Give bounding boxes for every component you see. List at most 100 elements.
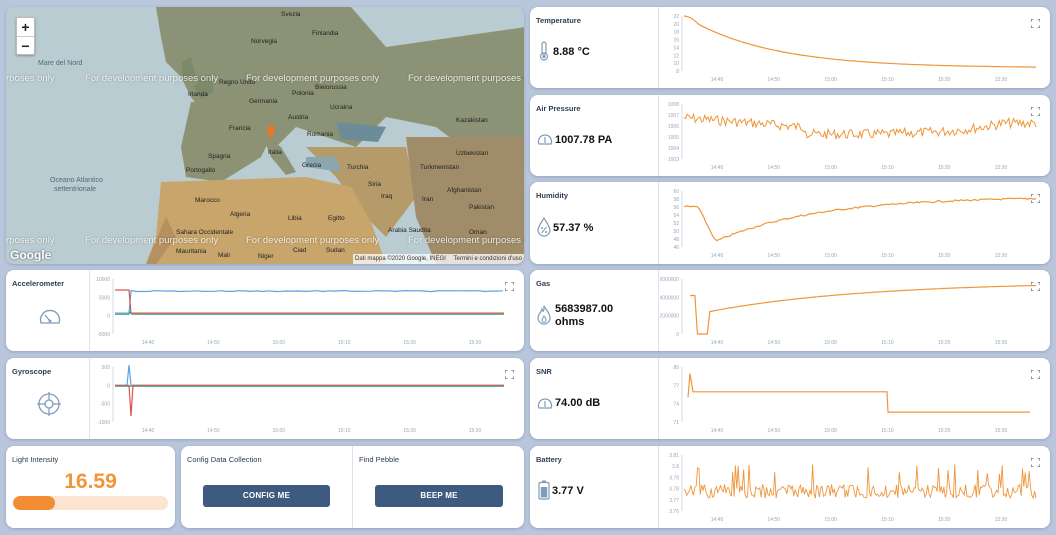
y-tick-label: 10000 — [96, 277, 110, 283]
x-tick-label: 15:30 — [469, 340, 482, 346]
google-logo[interactable]: Google — [10, 248, 51, 262]
y-tick-label: 12 — [673, 53, 679, 59]
x-tick-label: 15:20 — [938, 340, 951, 346]
expand-icon[interactable] — [1031, 107, 1040, 116]
y-tick-label: 3.76 — [669, 509, 679, 515]
expand-icon[interactable] — [1031, 194, 1040, 203]
x-tick-label: 15:00 — [273, 340, 286, 346]
y-tick-label: 14 — [673, 45, 679, 51]
y-tick-label: -5000 — [97, 332, 110, 338]
map-label: Kazakistan — [456, 117, 488, 124]
map-label: Iraq — [381, 193, 393, 200]
map-label: Polonia — [292, 90, 314, 97]
x-tick-label: 15:00 — [824, 165, 837, 171]
light-intensity-progress-fill — [13, 496, 55, 510]
battery-chart: 3.81 3.8 3.79 3.78 3.77 3.76 14:40 14:50 15:00 15… — [669, 453, 1037, 523]
flame-icon — [537, 305, 551, 325]
map-label: Turchia — [347, 164, 369, 171]
air-pressure-label: Air Pressure — [536, 104, 581, 113]
y-tick-label: 56 — [673, 205, 679, 211]
map-attribution: Dati mappa ©2020 Google, INEGI Termini e… — [353, 254, 524, 264]
map-label: Oceano Atlantico — [50, 177, 103, 184]
gas-chart: 6000000 4000000 2000000 0 14:40 14:50 15:00 15:… — [660, 277, 1037, 346]
config-me-button[interactable]: CONFIG ME — [203, 485, 330, 507]
x-tick-label: 15:00 — [824, 517, 837, 523]
map-panel[interactable]: + − rposes only For development purposes… — [6, 7, 524, 264]
x-tick-label: 15:10 — [881, 340, 894, 346]
expand-icon[interactable] — [1031, 282, 1040, 291]
x-tick-label: 14:50 — [207, 340, 220, 346]
y-tick-label: 22 — [673, 14, 679, 20]
expand-icon[interactable] — [1031, 19, 1040, 28]
y-tick-label: 74 — [673, 402, 679, 408]
zoom-in-button[interactable]: + — [17, 18, 34, 36]
map-label: Turkmenistan — [420, 164, 460, 171]
map-label: Niger — [258, 253, 274, 260]
temperature-card: Temperature 8.88 °C 22 20 18 16 14 12 10 8 14:40… — [530, 7, 1050, 88]
x-tick-label: 15:00 — [273, 428, 286, 434]
battery-value: 3.77 V — [552, 485, 584, 497]
x-tick-label: 15:10 — [881, 428, 894, 434]
x-tick-label: 15:10 — [881, 253, 894, 259]
x-tick-label: 15:30 — [995, 428, 1008, 434]
map-label: Pakistan — [469, 204, 494, 211]
x-tick-label: 14:50 — [768, 77, 781, 83]
dev-watermark: For development purposes only — [408, 235, 524, 246]
map-label: Spagna — [208, 153, 231, 160]
map-label: Algeria — [230, 211, 251, 218]
expand-icon[interactable] — [1031, 370, 1040, 379]
thermometer-icon — [539, 41, 549, 61]
y-tick-label: 52 — [673, 221, 679, 227]
x-tick-label: 15:30 — [469, 428, 482, 434]
y-tick-label: 80 — [673, 365, 679, 371]
map-label: Portogallo — [186, 167, 216, 174]
snr-chart: 80 77 74 71 14:40 14:50 15:00 15:10 15:20 15:30 — [673, 365, 1030, 434]
expand-icon[interactable] — [505, 370, 514, 379]
air-pressure-series-line — [683, 112, 1037, 140]
y-tick-label: 0 — [107, 314, 110, 320]
light-intensity-progress — [13, 496, 168, 510]
beep-me-button[interactable]: BEEP ME — [375, 485, 503, 507]
x-tick-label: 15:10 — [881, 517, 894, 523]
gas-value: 5683987.00 — [555, 303, 614, 315]
x-tick-label: 15:30 — [995, 77, 1008, 83]
map-label: Austria — [288, 114, 309, 121]
x-tick-label: 15:20 — [403, 340, 416, 346]
map-label: Iran — [422, 196, 434, 203]
map-canvas[interactable] — [6, 7, 524, 264]
signal-gauge-icon — [537, 398, 553, 409]
battery-label: Battery — [536, 455, 562, 464]
y-tick-label: 3.79 — [669, 475, 679, 481]
y-tick-label: 58 — [673, 197, 679, 203]
dev-watermark: For development purposes only — [408, 73, 524, 84]
barometer-icon — [537, 134, 553, 145]
temperature-series-line — [683, 15, 1036, 68]
terms-link[interactable]: Termini e condizioni d'uso — [453, 256, 522, 262]
y-tick-label: 0 — [107, 383, 110, 389]
x-tick-label: 15:10 — [338, 340, 351, 346]
x-tick-label: 14:40 — [142, 340, 155, 346]
battery-series-line — [683, 464, 1037, 500]
map-label: Oman — [469, 229, 487, 236]
y-tick-label: 46 — [673, 245, 679, 251]
y-tick-label: -1000 — [97, 420, 110, 426]
zoom-out-button[interactable]: − — [17, 36, 34, 54]
x-tick-label: 14:50 — [768, 340, 781, 346]
dev-watermark: rposes only — [6, 235, 55, 246]
map-label: Norvegia — [251, 38, 278, 45]
map-label: Bielorussia — [315, 84, 347, 91]
find-pebble-label: Find Pebble — [359, 455, 400, 464]
x-tick-label: 14:40 — [711, 517, 724, 523]
temperature-label: Temperature — [536, 16, 581, 25]
gas-unit: ohms — [555, 316, 585, 328]
air-pressure-value: 1007.78 PA — [555, 134, 613, 146]
map-label: settentrionale — [54, 186, 97, 193]
map-label: Arabia Saudita — [388, 227, 431, 234]
gyroscope-y-series-line — [115, 384, 504, 417]
map-label: Finlandia — [312, 30, 339, 37]
accelerometer-label: Accelerometer — [12, 279, 65, 288]
y-tick-label: 60 — [673, 189, 679, 195]
temperature-value: 8.88 °C — [553, 46, 590, 58]
expand-icon[interactable] — [1031, 458, 1040, 467]
expand-icon[interactable] — [505, 282, 514, 291]
